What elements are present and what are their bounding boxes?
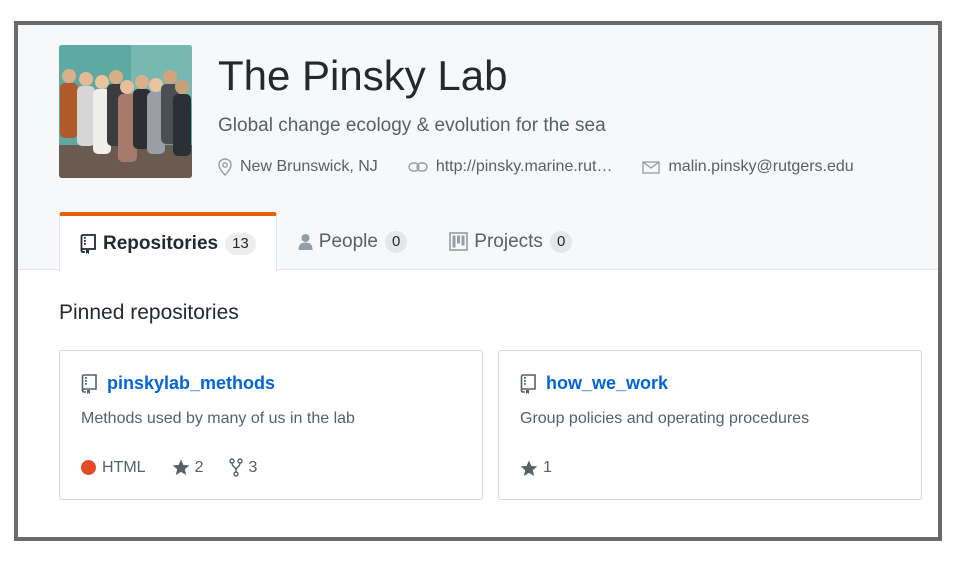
- link-icon: [408, 162, 428, 172]
- repo-icon: [80, 233, 96, 254]
- tab-projects[interactable]: Projects 0: [428, 212, 593, 270]
- repo-title: how_we_work: [520, 373, 900, 394]
- repo-description: Methods used by many of us in the lab: [81, 410, 355, 427]
- org-tabs: Repositories 13 People 0 Projects 0: [59, 212, 593, 271]
- org-description: Global change ecology & evolution for th…: [218, 115, 606, 136]
- location-text: New Brunswick, NJ: [240, 158, 378, 175]
- location-icon: [218, 158, 232, 176]
- org-location: New Brunswick, NJ: [218, 158, 378, 176]
- repo-icon: [520, 373, 536, 394]
- language-label: HTML: [102, 458, 146, 476]
- tab-repositories[interactable]: Repositories 13: [59, 212, 277, 271]
- website-link[interactable]: http://pinsky.marine.rut…: [436, 158, 613, 176]
- forks-count: 3: [248, 458, 258, 476]
- mail-icon: [642, 160, 661, 174]
- people-count: 0: [384, 230, 408, 253]
- repositories-count: 13: [225, 232, 256, 255]
- project-icon: [449, 232, 469, 251]
- projects-count: 0: [549, 230, 573, 253]
- repo-meta: HTML 2 3: [81, 458, 283, 477]
- tab-repositories-label: Repositories: [103, 232, 219, 254]
- person-icon: [298, 233, 313, 250]
- org-meta: New Brunswick, NJ http://pinsky.marine.r…: [218, 155, 884, 179]
- org-website[interactable]: http://pinsky.marine.rut…: [408, 158, 613, 176]
- repo-link-how-we-work[interactable]: how_we_work: [546, 373, 668, 394]
- repo-stars[interactable]: 1: [520, 459, 552, 477]
- repo-title: pinskylab_methods: [81, 373, 461, 394]
- fork-icon: [229, 458, 244, 477]
- stars-count: 1: [543, 459, 552, 476]
- pinned-repo-card: how_we_work Group policies and operating…: [498, 350, 922, 500]
- tab-projects-label: Projects: [474, 230, 543, 252]
- org-avatar[interactable]: [59, 45, 192, 178]
- repo-forks[interactable]: 3: [229, 458, 257, 477]
- repo-language: HTML: [81, 459, 146, 477]
- repo-icon: [81, 373, 97, 394]
- stars-count: 2: [194, 458, 204, 476]
- pinned-repositories-heading: Pinned repositories: [59, 301, 239, 324]
- repo-stars[interactable]: 2: [172, 458, 204, 477]
- star-icon: [172, 459, 189, 475]
- org-email[interactable]: malin.pinsky@rutgers.edu: [642, 158, 854, 176]
- star-icon: [520, 460, 538, 476]
- language-color-dot: [81, 460, 96, 475]
- org-name: The Pinsky Lab: [218, 52, 508, 99]
- tab-people[interactable]: People 0: [277, 212, 429, 270]
- pinned-repo-card: pinskylab_methods Methods used by many o…: [59, 350, 483, 500]
- email-link[interactable]: malin.pinsky@rutgers.edu: [668, 158, 853, 176]
- org-header: The Pinsky Lab Global change ecology & e…: [18, 25, 938, 271]
- repo-description: Group policies and operating procedures: [520, 410, 810, 427]
- repo-link-pinskylab-methods[interactable]: pinskylab_methods: [107, 373, 275, 394]
- group-photo-image: [59, 45, 192, 178]
- page-frame: The Pinsky Lab Global change ecology & e…: [14, 21, 942, 541]
- repo-meta: 1: [520, 459, 578, 477]
- tab-people-label: People: [318, 230, 378, 252]
